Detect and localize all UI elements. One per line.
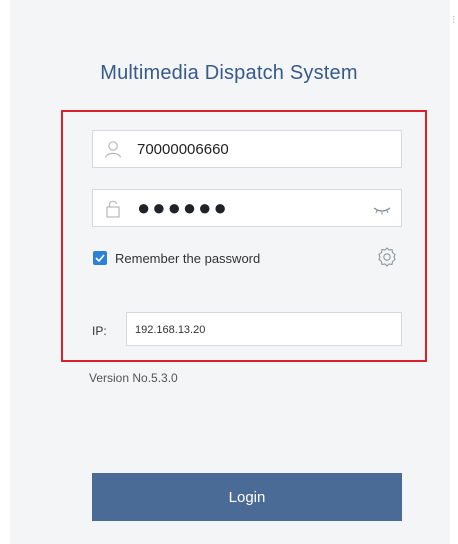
remember-password[interactable]: Remember the password <box>93 249 260 267</box>
username-value: 70000006660 <box>137 141 229 158</box>
window-edge-mark[interactable]: ⁝ <box>452 14 456 26</box>
user-icon <box>104 141 122 158</box>
version-text: Version No.5.3.0 <box>89 371 178 385</box>
password-mask: ●●●●●● <box>137 195 229 220</box>
lock-icon <box>106 200 120 218</box>
check-icon <box>95 254 105 262</box>
remember-checkbox[interactable] <box>93 251 107 265</box>
app-title: Multimedia Dispatch System <box>100 62 358 84</box>
ip-input[interactable]: 192.168.13.20 <box>126 312 402 346</box>
login-button[interactable]: Login <box>92 473 402 521</box>
ip-value: 192.168.13.20 <box>135 324 206 336</box>
eye-closed-icon[interactable] <box>373 204 391 216</box>
username-field[interactable]: 70000006660 <box>92 130 402 168</box>
gear-icon[interactable] <box>376 246 398 268</box>
ip-label: IP: <box>92 324 107 338</box>
password-field[interactable]: ●●●●●● <box>92 189 402 227</box>
remember-label: Remember the password <box>115 250 261 266</box>
